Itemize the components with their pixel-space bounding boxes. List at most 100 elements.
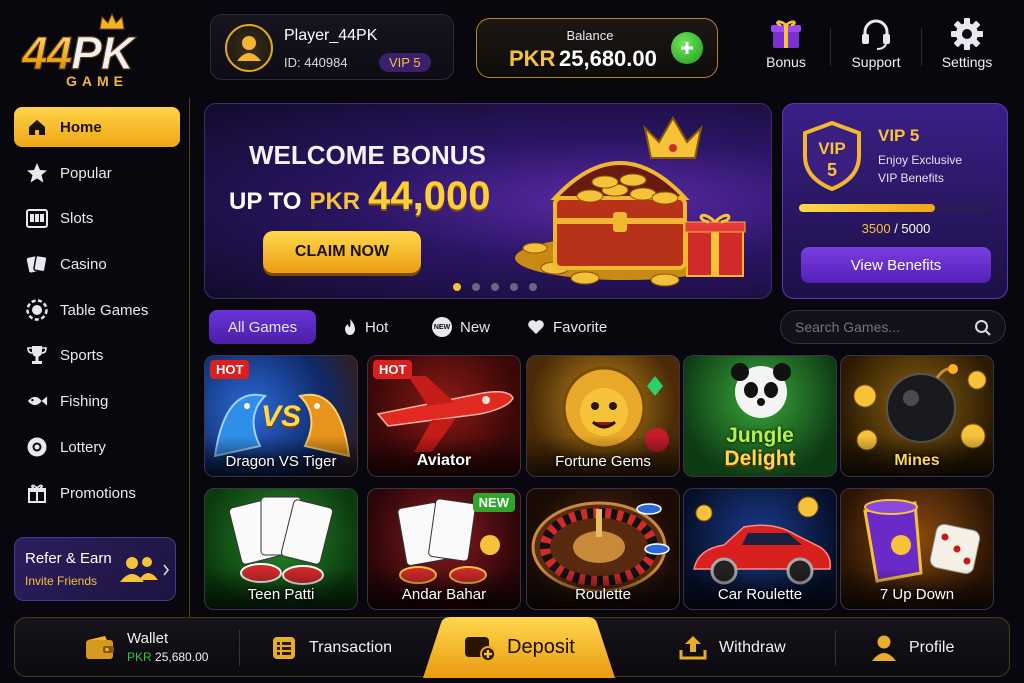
- hot-badge: HOT: [373, 360, 413, 379]
- sidebar-item-label: Fishing: [60, 392, 109, 410]
- game-card-jungle-delight[interactable]: Jungle Delight: [683, 355, 837, 477]
- nav-profile[interactable]: Profile: [871, 618, 954, 678]
- carousel-dot[interactable]: [510, 283, 518, 291]
- new-tag-icon: NEW: [432, 317, 452, 337]
- balance-currency: PKR: [509, 46, 556, 71]
- bonus-button[interactable]: Bonus: [751, 14, 821, 80]
- withdraw-label: Withdraw: [719, 639, 786, 656]
- avatar[interactable]: [225, 24, 273, 72]
- bonus-label: Bonus: [766, 54, 806, 70]
- carousel-dot[interactable]: [491, 283, 499, 291]
- hot-badge: HOT: [210, 360, 250, 379]
- search-box[interactable]: [780, 310, 1006, 344]
- banner-currency: PKR: [309, 188, 361, 215]
- carousel-dot[interactable]: [472, 283, 480, 291]
- game-card-andar-bahar[interactable]: NEW Andar Bahar: [367, 488, 521, 610]
- tab-favorite[interactable]: Favorite: [527, 310, 607, 344]
- nav-withdraw[interactable]: Withdraw: [679, 618, 786, 678]
- refer-title: Refer & Earn: [25, 550, 112, 567]
- game-card-aviator[interactable]: HOT Aviator: [367, 355, 521, 477]
- sidebar-item-label: Promotions: [60, 484, 136, 502]
- welcome-banner[interactable]: WELCOME BONUS UP TO PKR 44,000 CLAIM NOW: [204, 103, 772, 299]
- game-card-car-roulette[interactable]: Car Roulette: [683, 488, 837, 610]
- vip-title: VIP 5: [878, 126, 920, 145]
- slot-machine-icon: [26, 209, 48, 228]
- brand-logo[interactable]: 44PK GAME: [14, 12, 184, 94]
- game-name: Fortune Gems: [555, 453, 651, 470]
- vip-progress-text: 3500 / 5000: [783, 221, 1009, 236]
- vip-desc-1: Enjoy Exclusive: [878, 153, 963, 167]
- tab-all-games[interactable]: All Games: [209, 310, 316, 344]
- game-name: Andar Bahar: [401, 586, 487, 603]
- vip-shield-text: VIP: [818, 139, 846, 158]
- transaction-label: Transaction: [309, 639, 392, 656]
- nav-deposit[interactable]: Deposit: [423, 617, 615, 678]
- logo-main: 44: [21, 27, 72, 80]
- sidebar-item-fishing[interactable]: Fishing: [14, 381, 180, 421]
- banner-line2: UP TO PKR 44,000: [229, 174, 490, 219]
- settings-label: Settings: [941, 54, 993, 70]
- sidebar-item-sports[interactable]: Sports: [14, 335, 180, 375]
- carousel-dot[interactable]: [529, 283, 537, 291]
- crown-illustration: [643, 116, 703, 159]
- sidebar-item-table-games[interactable]: Table Games: [14, 290, 180, 330]
- add-funds-button[interactable]: [671, 32, 703, 64]
- sidebar-item-label: Sports: [60, 346, 104, 364]
- tab-label: Favorite: [553, 318, 608, 336]
- trophy-icon: [27, 346, 47, 364]
- game-name: Car Roulette: [717, 586, 803, 603]
- game-name: Aviator: [416, 452, 472, 469]
- claim-now-button[interactable]: CLAIM NOW: [263, 231, 421, 273]
- carousel-dots[interactable]: [453, 283, 537, 291]
- wallet-currency: PKR: [127, 650, 152, 664]
- sidebar-item-slots[interactable]: Slots: [14, 198, 180, 238]
- game-card-roulette[interactable]: Roulette: [526, 488, 680, 610]
- carousel-dot-active[interactable]: [453, 283, 461, 291]
- sidebar-item-promotions[interactable]: Promotions: [14, 473, 180, 513]
- upload-tray-icon: [679, 636, 707, 660]
- sidebar-item-label: Casino: [60, 255, 107, 273]
- game-name: Mines: [894, 452, 940, 469]
- sidebar-item-label: Lottery: [60, 438, 106, 456]
- vip-progress-total: 5000: [901, 221, 931, 236]
- game-card-mines[interactable]: Mines: [840, 355, 994, 477]
- player-card[interactable]: Player_44PK ID: 440984 VIP 5: [210, 14, 454, 80]
- game-card-dragon-vs-tiger[interactable]: VS HOT Dragon VS Tiger: [204, 355, 358, 477]
- player-id: ID: 440984: [284, 55, 348, 70]
- fish-icon: [27, 396, 48, 406]
- nav-transaction[interactable]: Transaction: [271, 618, 392, 678]
- game-card-fortune-gems[interactable]: Fortune Gems: [526, 355, 680, 477]
- gift-icon: [28, 484, 46, 503]
- banner-prefix: UP TO: [229, 188, 302, 215]
- settings-button[interactable]: Settings: [932, 14, 1002, 80]
- tab-hot[interactable]: Hot: [342, 310, 388, 344]
- tab-new[interactable]: NEW New: [432, 310, 490, 344]
- deposit-label: Deposit: [507, 635, 575, 658]
- sidebar-item-casino[interactable]: Casino: [14, 244, 180, 284]
- wallet-amount: 25,680.00: [155, 650, 209, 664]
- sidebar-item-lottery[interactable]: Lottery: [14, 427, 180, 467]
- refer-earn-card[interactable]: Refer & Earn Invite Friends: [14, 537, 176, 601]
- gift-icon: [771, 20, 801, 48]
- search-icon[interactable]: [974, 319, 992, 337]
- sidebar-item-home[interactable]: Home: [14, 107, 180, 147]
- game-card-teen-patti[interactable]: Teen Patti: [204, 488, 358, 610]
- balance-label: Balance: [566, 28, 614, 43]
- sidebar-item-popular[interactable]: Popular: [14, 153, 180, 193]
- view-benefits-button[interactable]: View Benefits: [801, 247, 991, 283]
- game-card-7-up-down[interactable]: 7 Up Down: [840, 488, 994, 610]
- wallet-icon: [86, 636, 114, 659]
- search-input[interactable]: [795, 317, 965, 337]
- star-icon: [27, 163, 47, 183]
- refer-subtitle: Invite Friends: [25, 574, 98, 588]
- new-badge: NEW: [472, 493, 515, 512]
- logo-subtitle: GAME: [66, 73, 128, 89]
- nav-wallet[interactable]: Wallet PKR 25,680.00: [85, 618, 227, 678]
- vip-badge: VIP 5: [379, 53, 431, 72]
- support-button[interactable]: Support: [841, 14, 911, 80]
- sidebar-item-label: Home: [60, 118, 102, 136]
- plus-icon: [681, 42, 693, 54]
- gift-box-illustration: [684, 213, 746, 277]
- users-icon: [120, 557, 158, 582]
- tab-label: Hot: [365, 318, 389, 336]
